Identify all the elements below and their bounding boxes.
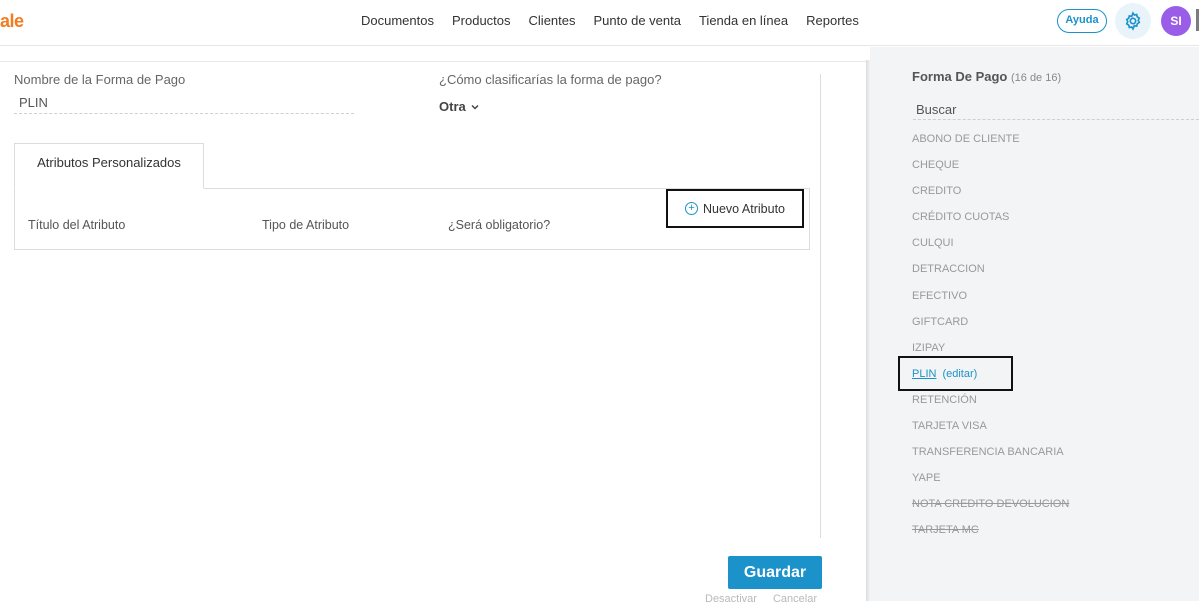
- cancel-link[interactable]: Cancelar: [773, 593, 817, 605]
- col-attribute-title: Título del Atributo: [28, 218, 126, 232]
- sidebar-search-input[interactable]: [913, 100, 1199, 120]
- new-attribute-label: Nuevo Atributo: [703, 201, 785, 216]
- sidebar-title-text: Forma De Pago: [912, 69, 1008, 84]
- sidebar-title: Forma De Pago (16 de 16): [912, 69, 1061, 84]
- list-item[interactable]: TRANSFERENCIA BANCARIA: [912, 444, 1069, 470]
- classification-label: ¿Cómo clasificarías la forma de pago?: [439, 72, 662, 87]
- col-attribute-type: Tipo de Atributo: [262, 218, 350, 232]
- list-item[interactable]: YAPE: [912, 470, 1069, 496]
- list-item[interactable]: CHEQUE: [912, 157, 1069, 183]
- list-item[interactable]: CREDITO: [912, 183, 1069, 209]
- deactivate-link[interactable]: Desactivar: [705, 593, 757, 605]
- classification-value: Otra: [439, 99, 466, 114]
- card-top-border: [0, 61, 866, 62]
- footer-links: Desactivar Cancelar: [705, 593, 817, 605]
- sidebar-count: (16 de 16): [1010, 72, 1062, 84]
- nav-punto-de-venta[interactable]: Punto de venta: [585, 13, 690, 28]
- main-nav: Documentos Productos Clientes Punto de v…: [352, 13, 868, 28]
- nav-tienda-en-linea[interactable]: Tienda en línea: [690, 13, 797, 28]
- list-item[interactable]: DETRACCION: [912, 261, 1069, 287]
- nav-documentos[interactable]: Documentos: [352, 13, 443, 28]
- classification-select[interactable]: Otra: [439, 99, 480, 114]
- list-item[interactable]: CULQUI: [912, 235, 1069, 261]
- form-divider: [820, 74, 821, 538]
- brand-logo[interactable]: ale: [0, 11, 24, 32]
- settings-button[interactable]: [1115, 3, 1151, 39]
- nav-reportes[interactable]: Reportes: [797, 13, 868, 28]
- list-item[interactable]: CRÉDITO CUOTAS: [912, 209, 1069, 235]
- col-required: ¿Será obligatorio?: [448, 218, 551, 232]
- list-item[interactable]: ABONO DE CLIENTE: [912, 131, 1069, 157]
- list-item[interactable]: TARJETA VISA: [912, 418, 1069, 444]
- top-bar: ale Documentos Productos Clientes Punto …: [0, 0, 1199, 46]
- list-item[interactable]: EFECTIVO: [912, 288, 1069, 314]
- new-attribute-button[interactable]: + Nuevo Atributo: [666, 189, 804, 228]
- name-label: Nombre de la Forma de Pago: [14, 72, 186, 87]
- name-input[interactable]: PLIN: [19, 95, 48, 110]
- tab-custom-attributes[interactable]: Atributos Personalizados: [14, 143, 204, 189]
- list-item-inactive[interactable]: NOTA CREDITO DEVOLUCION: [912, 496, 1069, 522]
- main-content: [0, 47, 868, 601]
- save-button[interactable]: Guardar: [728, 556, 822, 589]
- payment-methods-list: ABONO DE CLIENTE CHEQUE CREDITO CRÉDITO …: [912, 131, 1069, 549]
- list-item-inactive[interactable]: TARJETA MC: [912, 522, 1069, 548]
- plus-circle-icon: +: [685, 202, 698, 215]
- name-input-underline: [14, 113, 354, 114]
- help-button[interactable]: Ayuda: [1057, 9, 1107, 33]
- chevron-down-icon: [471, 104, 479, 110]
- list-item[interactable]: GIFTCARD: [912, 314, 1069, 340]
- gear-icon: [1125, 11, 1141, 31]
- user-avatar[interactable]: SI: [1161, 6, 1191, 36]
- list-item[interactable]: RETENCIÓN: [912, 392, 1069, 418]
- nav-productos[interactable]: Productos: [443, 13, 520, 28]
- plin-highlight-box: [898, 356, 1013, 391]
- nav-clientes[interactable]: Clientes: [520, 13, 585, 28]
